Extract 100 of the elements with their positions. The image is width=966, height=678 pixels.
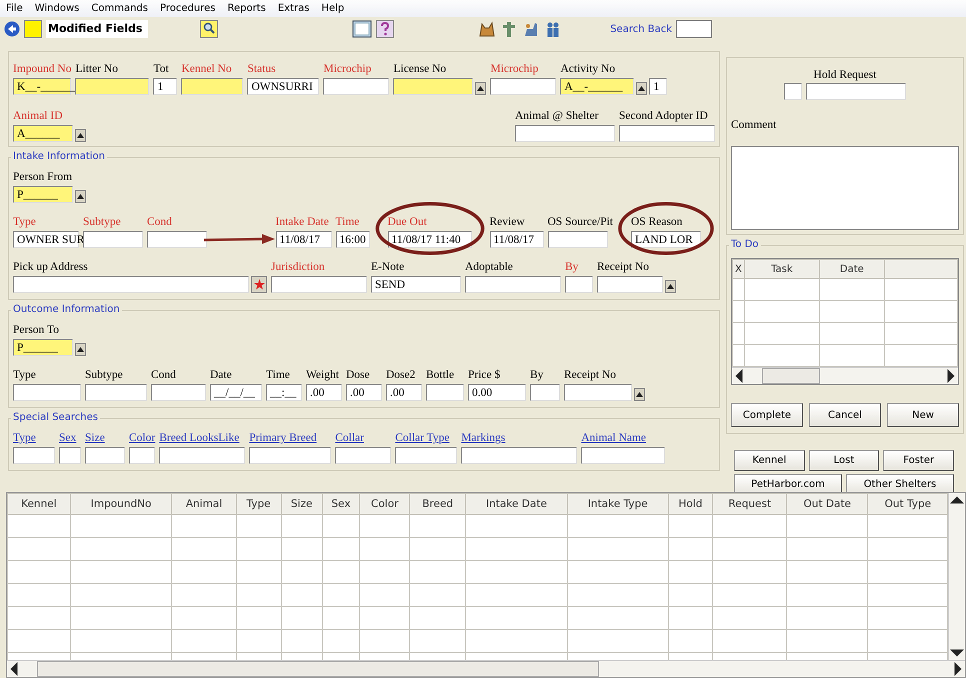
input-field[interactable]: SEND bbox=[371, 276, 461, 293]
column-header[interactable]: Sex bbox=[322, 494, 360, 514]
section-title: Intake Information bbox=[11, 151, 107, 162]
input-field[interactable]: P______ bbox=[13, 186, 73, 203]
column-header[interactable]: Date bbox=[819, 260, 884, 278]
input-field[interactable] bbox=[181, 78, 244, 95]
lookup-button[interactable] bbox=[475, 82, 486, 95]
column-header[interactable]: Task bbox=[744, 260, 820, 278]
column-header[interactable]: Hold bbox=[668, 494, 713, 514]
input-field[interactable] bbox=[515, 125, 615, 142]
input-field[interactable] bbox=[147, 231, 207, 248]
column-header[interactable]: Intake Type bbox=[568, 494, 668, 514]
field-label: Comment bbox=[731, 118, 778, 132]
lookup-button[interactable] bbox=[665, 280, 676, 293]
lookup-button[interactable] bbox=[75, 129, 86, 142]
section-title: Outcome Information bbox=[11, 304, 122, 315]
input-field[interactable] bbox=[335, 447, 392, 464]
todo-button[interactable]: Cancel bbox=[809, 403, 881, 427]
input-field[interactable]: 11/08/17 11:40 bbox=[388, 231, 472, 248]
column-header[interactable]: Out Date bbox=[786, 494, 868, 514]
input-field[interactable] bbox=[490, 78, 556, 95]
input-field[interactable] bbox=[806, 83, 906, 100]
input-field[interactable] bbox=[395, 447, 458, 464]
comment-field[interactable] bbox=[731, 146, 959, 230]
input-field[interactable] bbox=[271, 276, 367, 293]
help-icon[interactable] bbox=[376, 20, 394, 38]
input-field[interactable] bbox=[13, 384, 81, 401]
column-header[interactable]: Animal bbox=[172, 494, 236, 514]
column-header[interactable]: Request bbox=[712, 494, 787, 514]
input-field[interactable] bbox=[249, 447, 332, 464]
menu-item[interactable]: Help bbox=[321, 3, 344, 14]
input-field[interactable] bbox=[597, 276, 663, 293]
column-header[interactable]: ImpoundNo bbox=[70, 494, 172, 514]
input-field[interactable] bbox=[83, 231, 143, 248]
input-field[interactable] bbox=[85, 384, 147, 401]
input-field[interactable] bbox=[581, 447, 666, 464]
column-header[interactable]: Size bbox=[281, 494, 322, 514]
input-field[interactable]: 16:00 bbox=[336, 231, 370, 248]
menu-item[interactable]: Procedures bbox=[160, 3, 216, 14]
column-header[interactable]: Intake Date bbox=[465, 494, 568, 514]
input-field[interactable]: .00 bbox=[346, 384, 382, 401]
input-field[interactable] bbox=[323, 78, 390, 95]
search-button[interactable]: Lost bbox=[808, 450, 880, 471]
search-back-label: Search Back bbox=[610, 24, 672, 34]
star-button[interactable] bbox=[251, 276, 267, 293]
input-field[interactable]: 1 bbox=[649, 78, 668, 95]
input-field[interactable] bbox=[619, 125, 715, 142]
lookup-button[interactable] bbox=[636, 82, 648, 95]
todo-button[interactable]: New bbox=[887, 403, 959, 427]
menu-item[interactable]: File bbox=[6, 3, 23, 14]
menu-item[interactable]: Windows bbox=[34, 3, 80, 14]
column-header[interactable]: X bbox=[732, 260, 744, 278]
todo-button[interactable]: Complete bbox=[731, 403, 803, 427]
search-button[interactable]: Foster bbox=[883, 450, 954, 471]
menu-item[interactable]: Reports bbox=[227, 3, 266, 14]
input-field[interactable]: __:__ bbox=[266, 384, 302, 401]
input-field[interactable] bbox=[784, 83, 802, 100]
input-field[interactable] bbox=[565, 276, 593, 293]
search-icon[interactable] bbox=[200, 20, 218, 38]
input-field[interactable]: A__-______ bbox=[560, 78, 634, 95]
input-field[interactable]: __/__/__ bbox=[210, 384, 262, 401]
input-field[interactable]: .00 bbox=[306, 384, 342, 401]
menu-item[interactable]: Commands bbox=[91, 3, 148, 14]
search-button[interactable]: Kennel bbox=[734, 450, 805, 471]
input-field[interactable] bbox=[465, 276, 561, 293]
menu-item[interactable]: Extras bbox=[278, 3, 310, 14]
input-field[interactable] bbox=[13, 276, 249, 293]
input-field[interactable] bbox=[85, 447, 125, 464]
column-header[interactable]: Color bbox=[360, 494, 410, 514]
lookup-button[interactable] bbox=[75, 343, 86, 356]
input-field[interactable] bbox=[530, 384, 560, 401]
cat-icon[interactable] bbox=[478, 20, 496, 38]
input-field[interactable]: P______ bbox=[13, 339, 73, 356]
column-header[interactable]: Kennel bbox=[8, 494, 70, 514]
input-field[interactable] bbox=[393, 78, 474, 95]
input-field[interactable] bbox=[159, 447, 246, 464]
input-field[interactable]: OWNSURRI bbox=[247, 78, 320, 95]
input-field[interactable] bbox=[461, 447, 578, 464]
input-field[interactable]: A______ bbox=[13, 125, 73, 142]
column-header[interactable]: Out Type bbox=[868, 494, 948, 514]
input-field[interactable]: .00 bbox=[386, 384, 422, 401]
input-field[interactable] bbox=[151, 384, 206, 401]
input-field[interactable] bbox=[426, 384, 464, 401]
input-field[interactable] bbox=[75, 78, 150, 95]
input-field[interactable] bbox=[129, 447, 155, 464]
window-icon[interactable] bbox=[352, 20, 372, 38]
input-field[interactable]: 11/08/17 bbox=[490, 231, 544, 248]
input-field[interactable] bbox=[13, 447, 55, 464]
input-field[interactable]: LAND LOR bbox=[631, 231, 701, 248]
column-header[interactable]: Breed bbox=[410, 494, 466, 514]
input-field[interactable] bbox=[676, 20, 712, 38]
lookup-button[interactable] bbox=[75, 190, 86, 203]
input-field[interactable]: 1 bbox=[153, 78, 178, 95]
input-field[interactable]: 0.00 bbox=[468, 384, 526, 401]
column-header[interactable]: Type bbox=[236, 494, 282, 514]
input-field[interactable] bbox=[59, 447, 81, 464]
lookup-button[interactable] bbox=[634, 388, 645, 401]
input-field[interactable] bbox=[548, 231, 608, 248]
input-field[interactable]: 11/08/17 bbox=[276, 231, 332, 248]
input-field[interactable] bbox=[564, 384, 632, 401]
